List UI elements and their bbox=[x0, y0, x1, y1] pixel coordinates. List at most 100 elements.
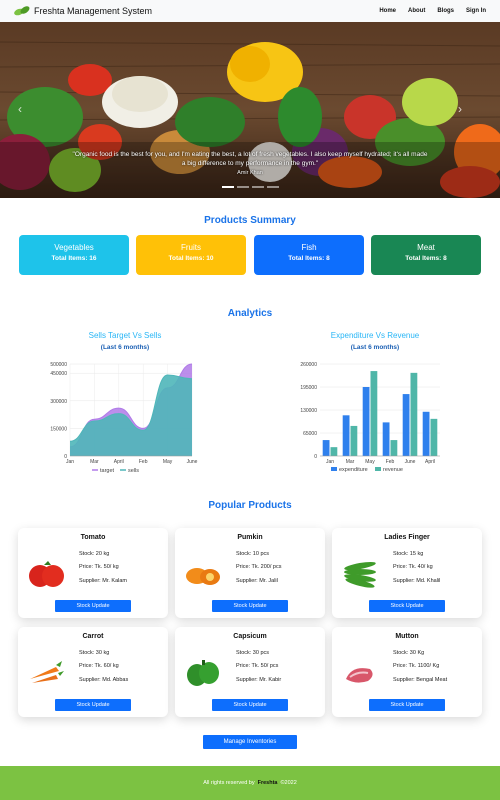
expense-bar-chart: 0 65000 130000 195000 260000 Jan Mar May Feb June… bbox=[300, 362, 440, 473]
bar-revenue bbox=[430, 418, 438, 456]
capsicum-icon bbox=[187, 660, 219, 686]
product-price: Price: Tk. 1100/ Kg bbox=[393, 663, 440, 669]
carousel-indicator[interactable] bbox=[237, 186, 249, 188]
sells-chart-subtitle: (Last 6 months) bbox=[100, 344, 150, 351]
bar-revenue bbox=[390, 440, 398, 456]
summary-card-vegetables[interactable]: Vegetables Total Items: 16 bbox=[19, 235, 129, 275]
bar-revenue bbox=[370, 371, 378, 456]
y-tick-label: 450000 bbox=[50, 371, 67, 377]
summary-card-title: Fish bbox=[301, 243, 317, 252]
pumpkin-icon bbox=[186, 568, 220, 585]
stock-update-button[interactable]: Stock Update bbox=[369, 600, 445, 612]
product-card: Pumkin Stock: 10 pcs Price: Tk. 200/ pcs Su… bbox=[175, 528, 325, 618]
products-summary-title: Products Summary bbox=[204, 215, 296, 226]
expense-chart-subtitle: (Last 6 months) bbox=[350, 344, 400, 351]
bar-expenditure bbox=[422, 411, 430, 456]
x-tick-label: Mar bbox=[346, 459, 355, 465]
footer-brand[interactable]: Freshta bbox=[258, 780, 278, 786]
y-tick-label: 195000 bbox=[300, 385, 317, 391]
product-supplier: Supplier: Md. Khalil bbox=[393, 578, 441, 584]
product-stock: Stock: 10 pcs bbox=[236, 551, 270, 557]
carousel-indicators bbox=[222, 186, 279, 188]
hero-carousel: ‹ › "Organic food is the best for you, a… bbox=[0, 22, 500, 198]
manage-inventories-button[interactable]: Manage Inventories bbox=[203, 735, 297, 749]
product-card: Tomato Stock: 20 kg Price: Tk. 50/ kg Suppl… bbox=[18, 528, 168, 618]
product-stock: Stock: 30 Kg bbox=[393, 650, 425, 656]
product-name: Pumkin bbox=[237, 534, 263, 541]
x-tick-label: May bbox=[163, 459, 173, 465]
tomato-icon bbox=[29, 561, 64, 587]
summary-card-title: Meat bbox=[417, 243, 435, 252]
footer: All rights reserved by Freshta ©2022 bbox=[0, 766, 500, 800]
product-card: Mutton Stock: 30 Kg Price: Tk. 1100/ Kg Sup… bbox=[332, 627, 482, 717]
legend-label[interactable]: revenue bbox=[383, 467, 403, 473]
product-name: Ladies Finger bbox=[384, 534, 430, 541]
summary-card-meat[interactable]: Meat Total Items: 8 bbox=[371, 235, 481, 275]
okra-icon bbox=[344, 561, 376, 588]
summary-card-total: Total Items: 8 bbox=[405, 255, 447, 262]
hero-caption: "Organic food is the best for you, and I… bbox=[70, 150, 430, 178]
x-tick-label: Mar bbox=[90, 459, 99, 465]
product-card: Carrot Stock: 30 kg Price: Tk. 60/ kg Suppl… bbox=[18, 627, 168, 717]
brand[interactable]: Freshta Management System bbox=[14, 5, 152, 17]
product-price: Price: Tk. 200/ pcs bbox=[236, 564, 282, 570]
footer-prefix: All rights reserved by bbox=[203, 780, 255, 786]
x-tick-label: June bbox=[405, 459, 416, 465]
summary-card-title: Fruits bbox=[181, 243, 201, 252]
legend-label[interactable]: expenditure bbox=[339, 467, 368, 473]
carousel-indicator[interactable] bbox=[252, 186, 264, 188]
stock-update-button[interactable]: Stock Update bbox=[212, 699, 288, 711]
stock-update-button[interactable]: Stock Update bbox=[212, 600, 288, 612]
summary-card-total: Total Items: 16 bbox=[51, 255, 97, 262]
nav-links: Home About Blogs Sign In bbox=[379, 8, 486, 14]
x-tick-label: Feb bbox=[386, 459, 395, 465]
product-price: Price: Tk. 50/ pcs bbox=[236, 663, 279, 669]
y-tick-label: 500000 bbox=[50, 362, 67, 368]
x-tick-label: June bbox=[187, 459, 198, 465]
y-tick-label: 150000 bbox=[50, 426, 67, 432]
x-tick-label: April bbox=[425, 459, 435, 465]
nav-link-sign-in[interactable]: Sign In bbox=[466, 8, 486, 14]
carousel-indicator[interactable] bbox=[222, 186, 234, 188]
nav-link-home[interactable]: Home bbox=[379, 8, 396, 14]
product-stock: Stock: 30 pcs bbox=[236, 650, 270, 656]
y-tick-label: 260000 bbox=[300, 362, 317, 368]
product-stock: Stock: 20 kg bbox=[79, 551, 110, 557]
product-supplier: Supplier: Mr. Jalil bbox=[236, 578, 278, 584]
product-price: Price: Tk. 60/ kg bbox=[79, 663, 119, 669]
product-supplier: Supplier: Md. Abbas bbox=[79, 677, 129, 683]
product-stock: Stock: 30 kg bbox=[79, 650, 110, 656]
brand-name: Freshta Management System bbox=[34, 6, 153, 16]
bar-expenditure bbox=[382, 422, 390, 456]
popular-products-title: Popular Products bbox=[208, 500, 292, 511]
stock-update-button[interactable]: Stock Update bbox=[55, 699, 131, 711]
x-tick-label: April bbox=[114, 459, 124, 465]
product-name: Mutton bbox=[395, 633, 419, 640]
nav-link-about[interactable]: About bbox=[408, 8, 425, 14]
summary-card-fish[interactable]: Fish Total Items: 8 bbox=[254, 235, 364, 275]
carousel-next-icon[interactable]: › bbox=[458, 102, 462, 116]
legend-swatch bbox=[331, 467, 337, 471]
sells-chart-title: Sells Target Vs Sells bbox=[88, 331, 162, 340]
product-name: Capsicum bbox=[233, 633, 267, 640]
x-tick-label: May bbox=[365, 459, 375, 465]
legend-label[interactable]: sells bbox=[128, 468, 139, 474]
summary-card-fruits[interactable]: Fruits Total Items: 10 bbox=[136, 235, 246, 275]
y-tick-label: 130000 bbox=[300, 408, 317, 414]
hero-author: Amir Khan bbox=[237, 170, 263, 176]
stock-update-button[interactable]: Stock Update bbox=[55, 600, 131, 612]
nav-link-blogs[interactable]: Blogs bbox=[437, 8, 454, 14]
leaf-logo-icon bbox=[14, 6, 30, 16]
stock-update-button[interactable]: Stock Update bbox=[369, 699, 445, 711]
area-sells bbox=[70, 375, 192, 456]
carousel-prev-icon[interactable]: ‹ bbox=[18, 102, 22, 116]
analytics-title: Analytics bbox=[227, 308, 273, 319]
meat-icon bbox=[346, 668, 373, 683]
legend-label[interactable]: target bbox=[100, 468, 115, 474]
sells-area-chart: 0150000300000450000500000Jan Mar April Feb M… bbox=[50, 362, 198, 474]
product-price: Price: Tk. 50/ kg bbox=[79, 564, 119, 570]
product-supplier: Supplier: Mr. Kabir bbox=[236, 677, 282, 683]
carousel-indicator[interactable] bbox=[267, 186, 279, 188]
y-tick-label: 300000 bbox=[50, 399, 67, 405]
product-name: Tomato bbox=[80, 534, 106, 541]
